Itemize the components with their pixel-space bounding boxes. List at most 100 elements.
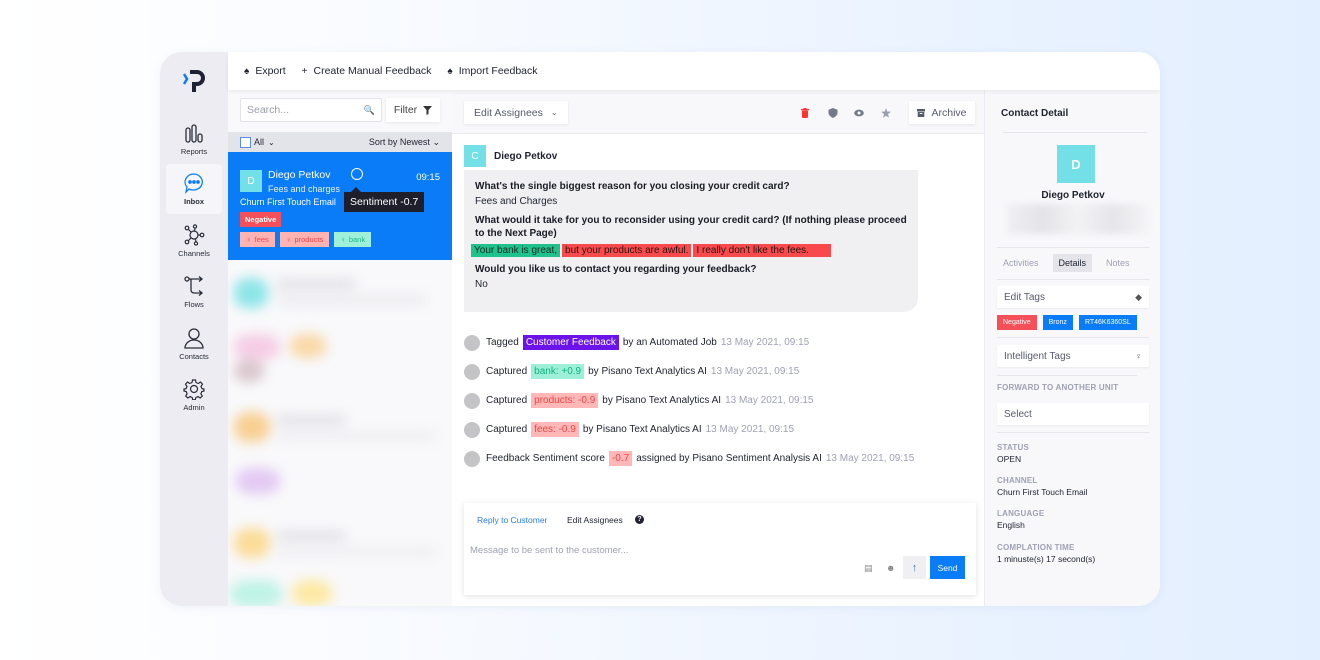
event-tag: -0.7 bbox=[608, 451, 633, 466]
edit-assignees-dropdown[interactable]: Edit Assignees ⌄ bbox=[464, 101, 568, 124]
divider bbox=[997, 432, 1149, 433]
sort-dropdown[interactable]: Sort by Newest ⌄ bbox=[369, 137, 440, 148]
filter-button[interactable]: Filter bbox=[386, 98, 440, 122]
divider bbox=[997, 247, 1149, 248]
bar-chart-icon bbox=[185, 124, 203, 143]
select-value: Select bbox=[1004, 408, 1032, 420]
event-timestamp: 13 May 2021, 09:15 bbox=[725, 395, 814, 406]
tag-bronz[interactable]: Bronz bbox=[1042, 315, 1073, 330]
create-manual-feedback-button[interactable]: + Create Manual Feedback bbox=[302, 65, 432, 77]
event-tag: bank: +0.9 bbox=[531, 364, 585, 379]
archive-button[interactable]: Archive bbox=[909, 101, 975, 124]
answer: Fees and Charges bbox=[475, 196, 558, 207]
sidebar-item-label: Contacts bbox=[179, 352, 209, 361]
chip-label: fees bbox=[254, 235, 269, 244]
emoji-icon[interactable]: ☻ bbox=[886, 563, 895, 573]
search-input[interactable]: Search... 🔍 bbox=[240, 98, 382, 122]
eye-icon[interactable] bbox=[854, 108, 864, 118]
edit-tags-label: Edit Tags bbox=[1004, 291, 1045, 303]
tag-negative[interactable]: Negative bbox=[997, 315, 1037, 330]
avatar bbox=[464, 334, 480, 351]
select-all-checkbox[interactable] bbox=[240, 136, 251, 148]
field-value: 1 minuste(s) 17 second(s) bbox=[997, 554, 1096, 564]
sidebar-item-label: Reports bbox=[180, 147, 208, 156]
app-window: Reports Inbox Channels Flows Contacts Ad… bbox=[160, 52, 1160, 606]
lightbulb-icon: ♀ bbox=[340, 235, 346, 244]
blurred-list-items bbox=[228, 260, 452, 606]
shield-icon[interactable] bbox=[828, 108, 838, 118]
tag-chip[interactable]: ♀ fees bbox=[240, 232, 275, 247]
sidebar-item-flows[interactable]: Flows bbox=[166, 267, 222, 317]
pisano-logo[interactable] bbox=[182, 68, 206, 94]
contact-avatar: D bbox=[1057, 145, 1095, 183]
template-icon[interactable]: ▤ bbox=[864, 563, 873, 574]
tab-reply-to-customer[interactable]: Reply to Customer bbox=[477, 515, 547, 525]
sidebar-item-inbox[interactable]: Inbox bbox=[166, 164, 222, 214]
avatar bbox=[464, 392, 480, 409]
contact-name: Diego Petkov bbox=[1041, 190, 1105, 201]
chevron-down-icon[interactable]: ⌄ bbox=[268, 138, 275, 147]
sidebar-item-contacts[interactable]: Contacts bbox=[166, 319, 222, 369]
field-label: COMPLATION TIME bbox=[997, 543, 1075, 552]
tab-activities[interactable]: Activities bbox=[997, 254, 1045, 272]
sidebar-item-admin[interactable]: Admin bbox=[166, 370, 222, 420]
edit-tags-button[interactable]: Edit Tags ◆ bbox=[997, 286, 1149, 308]
flow-icon bbox=[184, 276, 204, 296]
tag-chip[interactable]: ♀ products bbox=[279, 232, 330, 247]
user-icon bbox=[184, 328, 204, 349]
field-value: OPEN bbox=[997, 454, 1022, 464]
event-timestamp: 13 May 2021, 09:15 bbox=[710, 366, 800, 377]
feedback-message: What's the single biggest reason for you… bbox=[464, 170, 918, 312]
field-value: Churn First Touch Email bbox=[997, 487, 1088, 497]
chat-bubble-icon bbox=[184, 173, 203, 194]
event-text: Captured bbox=[486, 366, 528, 377]
event-text: by Pisano Text Analytics AI bbox=[588, 366, 707, 377]
question: What's the single biggest reason for you… bbox=[475, 181, 790, 192]
sidebar-item-label: Admin bbox=[183, 403, 205, 412]
negative-segment: but your products are awful. bbox=[562, 244, 692, 257]
tag-id[interactable]: RT46K6360SL bbox=[1078, 315, 1137, 330]
conversation-panel: Edit Assignees ⌄ Archive C Diego Petkov … bbox=[452, 90, 984, 606]
send-button[interactable]: Send bbox=[930, 556, 965, 579]
chevron-down-icon: ⌄ bbox=[432, 136, 440, 147]
activity-item: Tagged Customer Feedback by an Automated… bbox=[464, 328, 914, 357]
event-text: Feedback Sentiment score bbox=[486, 453, 605, 464]
filter-label: Filter bbox=[393, 104, 418, 116]
event-text: by Pisano Text Analytics AI bbox=[582, 424, 702, 435]
intelligent-tags-button[interactable]: Intelligent Tags ♀ bbox=[997, 345, 1149, 367]
sidebar-item-label: Channels bbox=[178, 249, 210, 258]
list-item-selected[interactable]: D Diego Petkov Fees and charges Churn Fi… bbox=[228, 152, 452, 260]
star-icon[interactable] bbox=[881, 108, 891, 118]
select-all-label[interactable]: All bbox=[254, 137, 264, 147]
search-icon: 🔍 bbox=[363, 104, 375, 115]
reply-box: Reply to Customer Edit Assignees ? Messa… bbox=[464, 503, 976, 595]
export-button[interactable]: ♠ Export bbox=[244, 65, 286, 77]
field-label: CHANNEL bbox=[997, 476, 1038, 485]
divider bbox=[997, 279, 1149, 280]
tab-notes[interactable]: Notes bbox=[1100, 254, 1136, 272]
activity-log: Tagged Customer Feedback by an Automated… bbox=[464, 328, 914, 473]
tab-edit-assignees[interactable]: Edit Assignees bbox=[567, 515, 623, 525]
divider bbox=[997, 375, 1137, 376]
question: What would it take for you to reconsider… bbox=[475, 215, 907, 239]
export-icon: ♠ bbox=[244, 65, 250, 77]
forward-unit-select[interactable]: Select bbox=[997, 403, 1149, 425]
sad-face-icon[interactable] bbox=[351, 168, 363, 180]
highlighted-answer: Your bank is great, but your products ar… bbox=[471, 244, 907, 257]
export-label: Export bbox=[255, 65, 286, 77]
sidebar-item-channels[interactable]: Channels bbox=[166, 216, 222, 266]
edit-assignees-label: Edit Assignees bbox=[474, 106, 543, 119]
lightbulb-icon: ♀ bbox=[285, 235, 292, 244]
network-icon bbox=[184, 224, 205, 246]
sidebar-item-reports[interactable]: Reports bbox=[166, 114, 222, 164]
import-feedback-button[interactable]: ♠ Import Feedback bbox=[447, 65, 537, 77]
plus-icon: + bbox=[301, 65, 308, 77]
help-icon[interactable]: ? bbox=[635, 515, 644, 524]
tag-chip[interactable]: ♀ bank bbox=[334, 232, 372, 247]
upload-button[interactable]: ↑ bbox=[903, 556, 926, 579]
tab-details[interactable]: Details bbox=[1052, 254, 1093, 272]
trash-icon[interactable] bbox=[800, 108, 810, 118]
message-input[interactable]: Message to be sent to the customer... bbox=[470, 545, 628, 556]
item-subject: Fees and charges bbox=[268, 184, 341, 194]
tag-icon: ◆ bbox=[1135, 291, 1142, 302]
